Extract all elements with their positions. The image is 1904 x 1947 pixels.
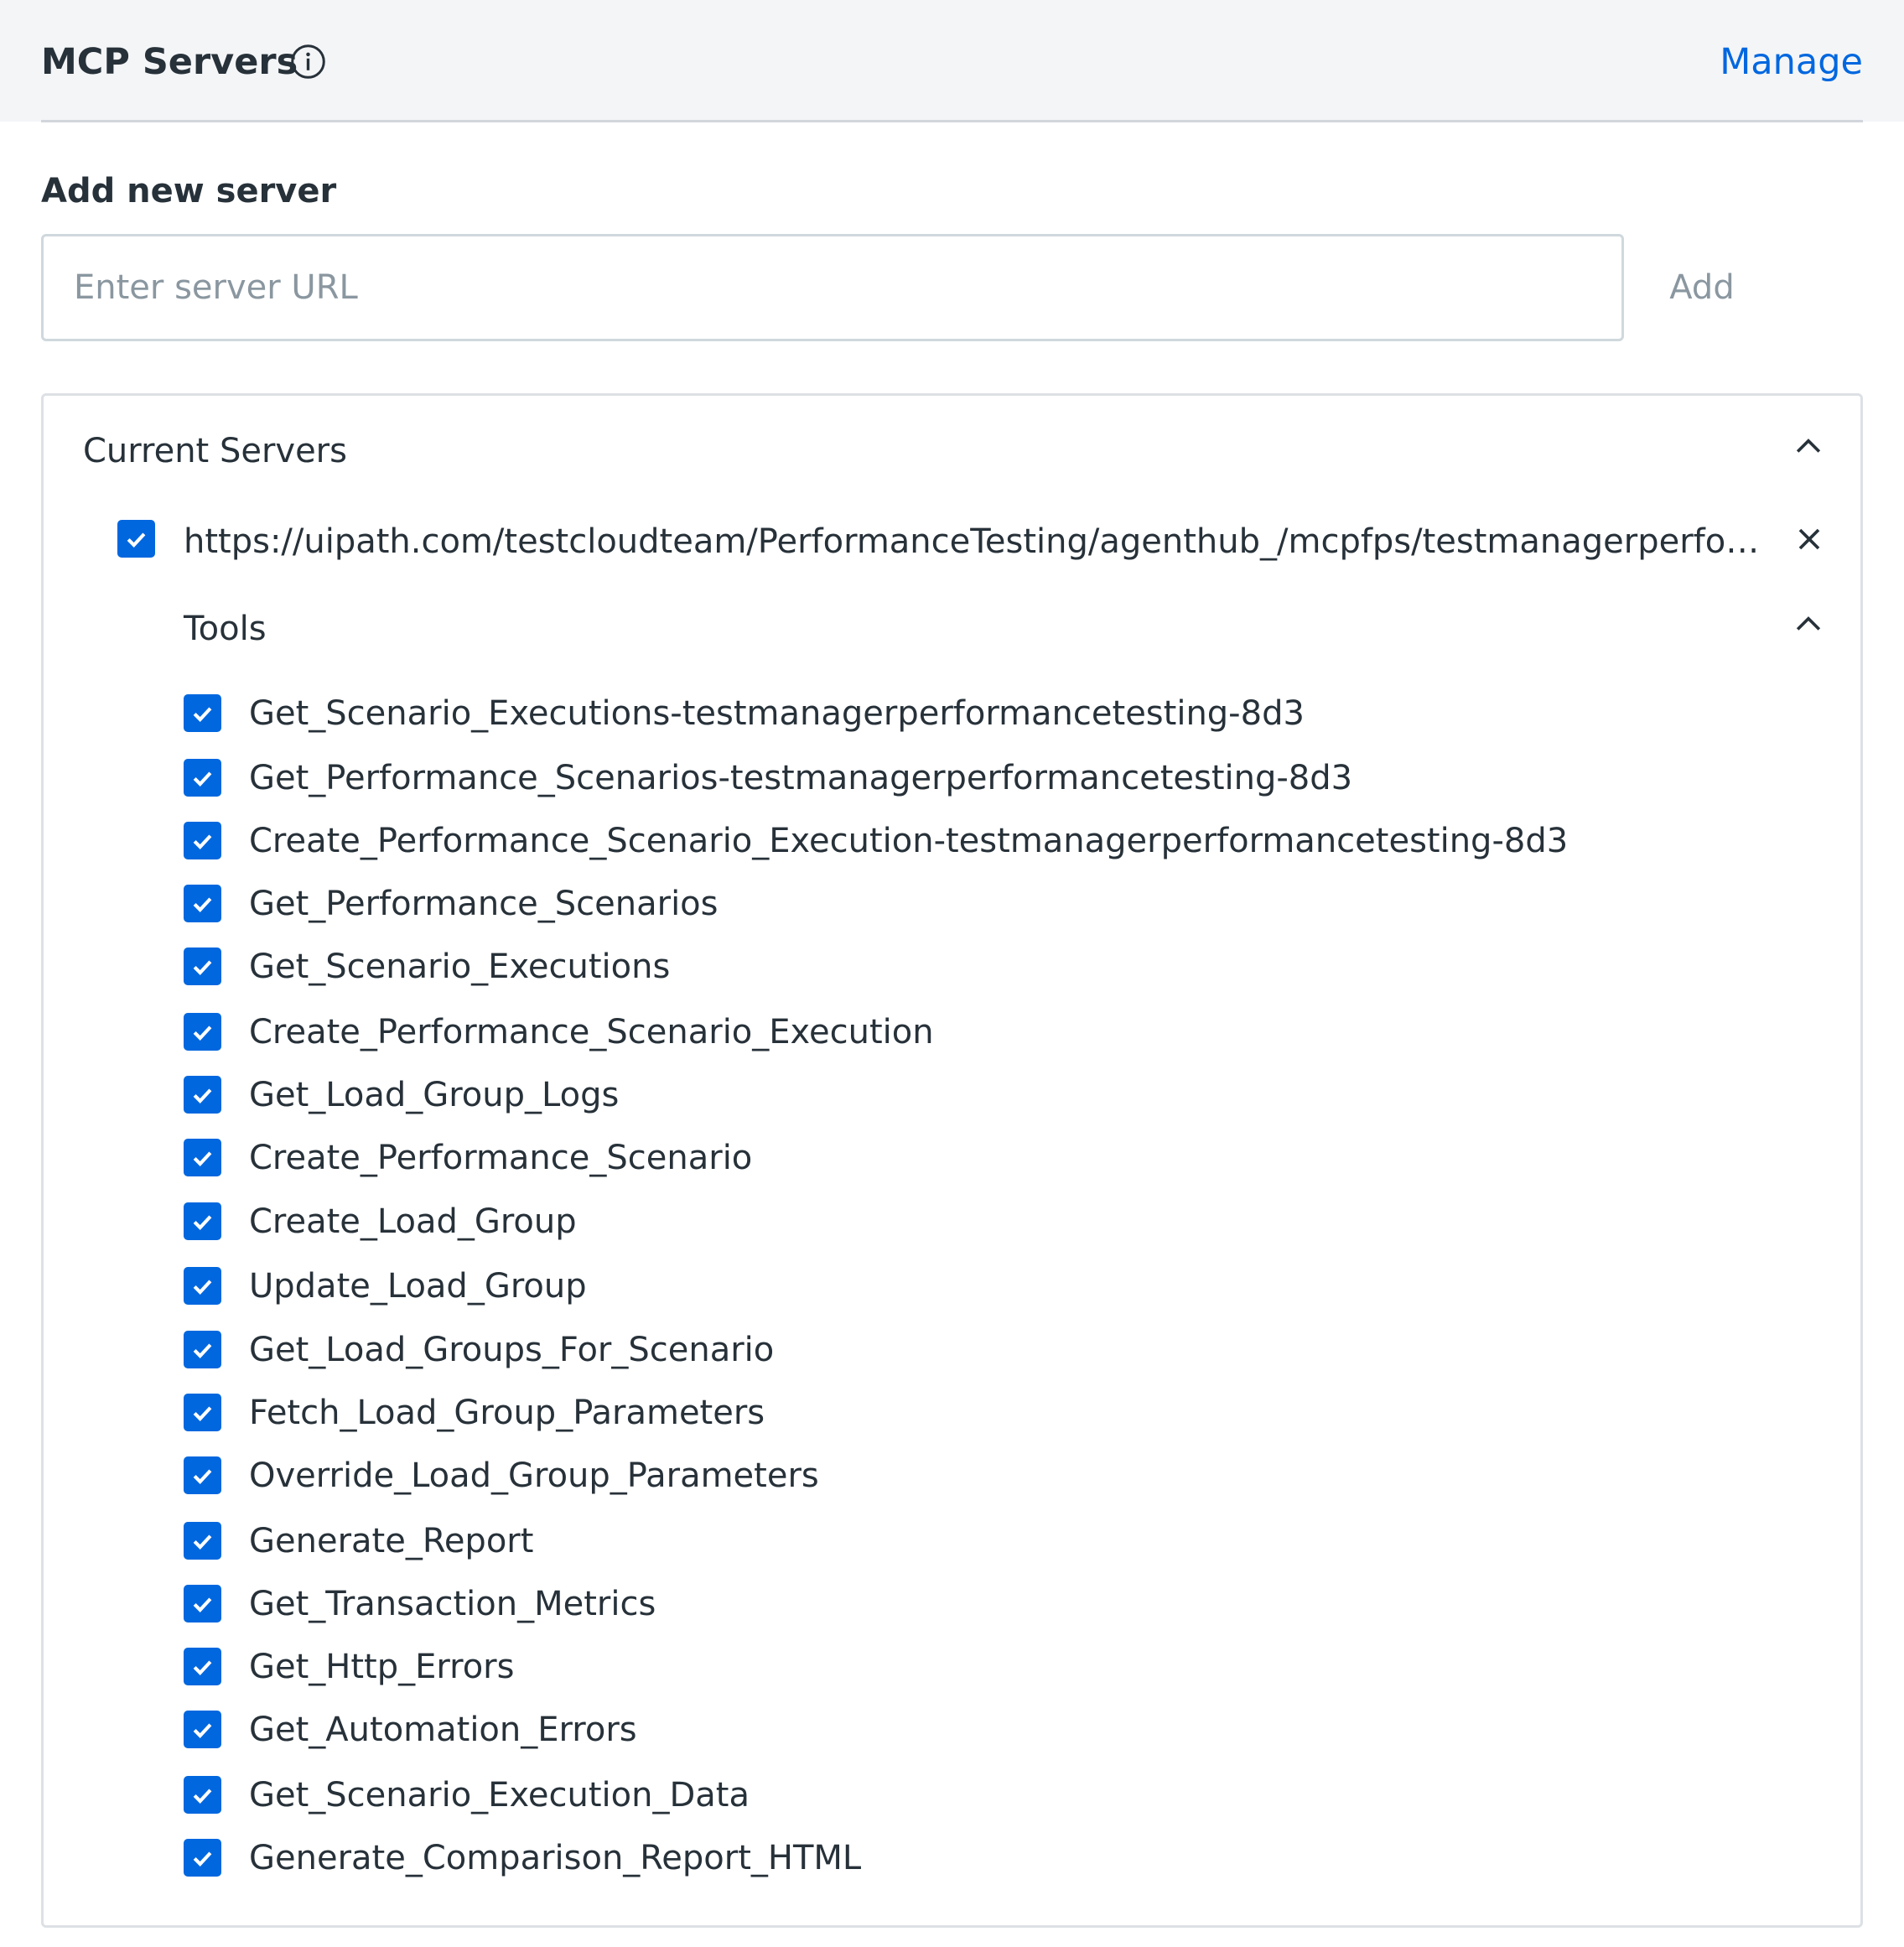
tool-label: Get_Scenario_Executions bbox=[249, 948, 671, 986]
tool-label: Fetch_Load_Group_Parameters bbox=[249, 1394, 765, 1432]
checkmark-icon bbox=[193, 1469, 212, 1484]
tool-item[interactable]: Generate_Comparison_Report_HTML bbox=[184, 1833, 1777, 1883]
chevron-up-icon[interactable] bbox=[1790, 428, 1827, 465]
tool-item[interactable]: Get_Performance_Scenarios bbox=[184, 879, 1777, 929]
checkmark-icon bbox=[127, 532, 146, 548]
server-url: https://uipath.com/testcloudteam/Perform… bbox=[184, 522, 1768, 561]
tool-checkbox[interactable] bbox=[184, 1013, 221, 1051]
tool-checkbox[interactable] bbox=[184, 885, 221, 922]
tool-item[interactable]: Generate_Report bbox=[184, 1516, 1777, 1566]
tool-checkbox[interactable] bbox=[184, 1331, 221, 1368]
tool-item[interactable]: Fetch_Load_Group_Parameters bbox=[184, 1388, 1777, 1438]
tool-item[interactable]: Create_Performance_Scenario bbox=[184, 1133, 1777, 1183]
checkmark-icon bbox=[193, 1597, 212, 1612]
checkmark-icon bbox=[193, 897, 212, 912]
tool-label: Get_Automation_Errors bbox=[249, 1711, 637, 1749]
checkmark-icon bbox=[193, 1088, 212, 1103]
tool-label: Generate_Report bbox=[249, 1522, 534, 1560]
tool-checkbox[interactable] bbox=[184, 1139, 221, 1176]
tool-checkbox[interactable] bbox=[184, 1711, 221, 1748]
tool-label: Get_Performance_Scenarios bbox=[249, 885, 719, 923]
tool-checkbox[interactable] bbox=[184, 1839, 221, 1877]
header-divider bbox=[41, 120, 1863, 122]
tool-label: Get_Transaction_Metrics bbox=[249, 1585, 656, 1623]
tools-title: Tools bbox=[184, 610, 267, 648]
checkmark-icon bbox=[193, 771, 212, 787]
tool-label: Create_Load_Group bbox=[249, 1202, 577, 1241]
tool-checkbox[interactable] bbox=[184, 1394, 221, 1431]
tool-label: Generate_Comparison_Report_HTML bbox=[249, 1839, 862, 1877]
add-server-label: Add new server bbox=[41, 172, 337, 210]
server-checkbox[interactable] bbox=[117, 520, 155, 558]
tool-item[interactable]: Get_Transaction_Metrics bbox=[184, 1579, 1777, 1629]
tool-label: Create_Performance_Scenario_Execution bbox=[249, 1013, 934, 1051]
info-circle-icon[interactable] bbox=[289, 43, 327, 80]
server-url-input[interactable] bbox=[41, 234, 1624, 341]
tool-item[interactable]: Update_Load_Group bbox=[184, 1261, 1777, 1311]
checkmark-icon bbox=[193, 1343, 212, 1358]
page-title: MCP Servers bbox=[41, 41, 298, 83]
tool-checkbox[interactable] bbox=[184, 822, 221, 859]
tool-item[interactable]: Get_Scenario_Executions bbox=[184, 942, 1777, 992]
tool-label: Get_Scenario_Executions-testmanagerperfo… bbox=[249, 694, 1305, 733]
checkmark-icon bbox=[193, 1660, 212, 1675]
current-servers-title: Current Servers bbox=[83, 432, 347, 470]
tool-label: Get_Http_Errors bbox=[249, 1648, 515, 1686]
tool-item[interactable]: Get_Http_Errors bbox=[184, 1642, 1777, 1692]
tool-label: Get_Load_Groups_For_Scenario bbox=[249, 1331, 775, 1369]
checkmark-icon bbox=[193, 1851, 212, 1867]
tool-item[interactable]: Get_Automation_Errors bbox=[184, 1705, 1777, 1755]
tool-item[interactable]: Create_Load_Group bbox=[184, 1197, 1777, 1247]
checkmark-icon bbox=[193, 1151, 212, 1166]
checkmark-icon bbox=[193, 1534, 212, 1550]
tool-label: Get_Load_Group_Logs bbox=[249, 1076, 620, 1114]
checkmark-icon bbox=[193, 834, 212, 849]
tool-checkbox[interactable] bbox=[184, 1648, 221, 1685]
checkmark-icon bbox=[193, 1280, 212, 1295]
tool-checkbox[interactable] bbox=[184, 1522, 221, 1560]
tool-checkbox[interactable] bbox=[184, 759, 221, 797]
tool-checkbox[interactable] bbox=[184, 1776, 221, 1814]
tool-item[interactable]: Get_Performance_Scenarios-testmanagerper… bbox=[184, 753, 1777, 803]
tool-checkbox[interactable] bbox=[184, 694, 221, 732]
checkmark-icon bbox=[193, 1215, 212, 1230]
tool-item[interactable]: Create_Performance_Scenario_Execution bbox=[184, 1007, 1777, 1057]
tool-item[interactable]: Get_Scenario_Execution_Data bbox=[184, 1770, 1777, 1820]
tool-label: Override_Load_Group_Parameters bbox=[249, 1456, 819, 1495]
tool-item[interactable]: Create_Performance_Scenario_Execution-te… bbox=[184, 816, 1777, 866]
manage-link[interactable]: Manage bbox=[1720, 37, 1863, 87]
tool-checkbox[interactable] bbox=[184, 1456, 221, 1494]
checkmark-icon bbox=[193, 1406, 212, 1421]
checkmark-icon bbox=[193, 707, 212, 722]
tool-label: Create_Performance_Scenario bbox=[249, 1139, 753, 1177]
tool-label: Get_Scenario_Execution_Data bbox=[249, 1776, 750, 1815]
tool-label: Get_Performance_Scenarios-testmanagerper… bbox=[249, 759, 1353, 797]
close-icon[interactable] bbox=[1791, 521, 1828, 558]
tool-item[interactable]: Get_Load_Group_Logs bbox=[184, 1070, 1777, 1120]
tool-checkbox[interactable] bbox=[184, 948, 221, 985]
chevron-up-icon[interactable] bbox=[1790, 606, 1827, 643]
add-button[interactable]: Add bbox=[1656, 256, 1748, 319]
checkmark-icon bbox=[193, 1789, 212, 1804]
tool-item[interactable]: Get_Scenario_Executions-testmanagerperfo… bbox=[184, 688, 1777, 739]
checkmark-icon bbox=[193, 960, 212, 975]
tool-item[interactable]: Get_Load_Groups_For_Scenario bbox=[184, 1325, 1777, 1375]
tool-checkbox[interactable] bbox=[184, 1202, 221, 1240]
tool-item[interactable]: Override_Load_Group_Parameters bbox=[184, 1451, 1777, 1501]
tool-label: Update_Load_Group bbox=[249, 1267, 587, 1306]
checkmark-icon bbox=[193, 1025, 212, 1041]
tool-label: Create_Performance_Scenario_Execution-te… bbox=[249, 822, 1569, 860]
checkmark-icon bbox=[193, 1723, 212, 1738]
tool-checkbox[interactable] bbox=[184, 1585, 221, 1622]
tool-checkbox[interactable] bbox=[184, 1267, 221, 1305]
tool-checkbox[interactable] bbox=[184, 1076, 221, 1114]
